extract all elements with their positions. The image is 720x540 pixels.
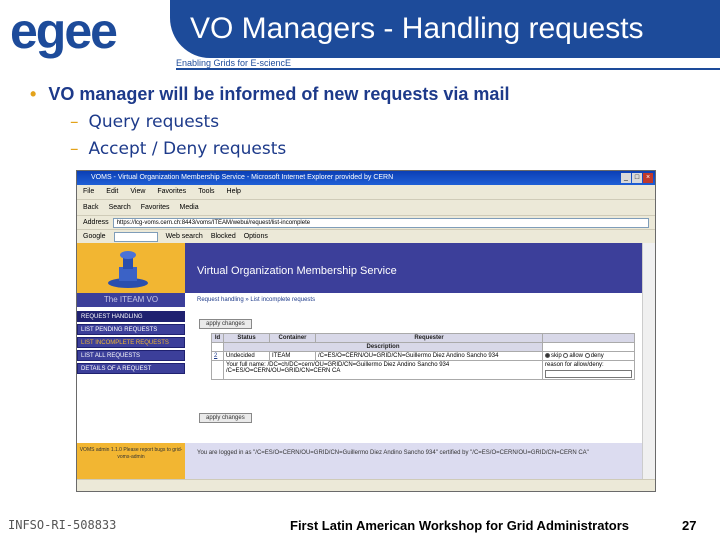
voms-logo <box>77 243 185 293</box>
bullet-dot-icon: • <box>30 84 37 104</box>
col-requester: Requester <box>315 333 543 343</box>
google-web-search[interactable]: Web search <box>166 233 203 240</box>
request-options: skip allow deny <box>542 350 635 362</box>
radio-skip[interactable] <box>545 353 550 358</box>
google-blocked[interactable]: Blocked <box>211 233 236 240</box>
google-label: Google <box>83 233 106 240</box>
nav-request-handling[interactable]: REQUEST HANDLING <box>77 311 185 322</box>
request-id-link[interactable]: 2 <box>211 350 224 362</box>
menu-favorites[interactable]: Favorites <box>157 188 186 196</box>
col-container: Container <box>269 333 316 343</box>
table-row: 2 Undecided ITEAM /C=ES/O=CERN/OU=GRID/C… <box>211 350 635 362</box>
address-bar: Address https://lcg-voms.cern.ch:8443/vo… <box>77 215 655 229</box>
breadcrumb: Request handling » List incomplete reque… <box>197 297 316 303</box>
request-description: Your full name: /DC=ch/DC=cern/OU=GRID/C… <box>223 360 543 381</box>
bullet-sub-accept-text: Accept / Deny requests <box>88 139 287 159</box>
egee-logo-text: egee <box>10 3 118 59</box>
request-status: Undecided <box>223 350 270 362</box>
favorites-button[interactable]: Favorites <box>141 204 170 211</box>
col-id: Id <box>211 333 224 343</box>
menu-help[interactable]: Help <box>227 188 241 196</box>
vertical-scrollbar[interactable] <box>642 243 655 479</box>
voms-page: The ITEAM VO REQUEST HANDLING LIST PENDI… <box>77 243 642 479</box>
vo-name: The ITEAM VO <box>77 293 185 307</box>
search-button[interactable]: Search <box>109 204 131 211</box>
radio-deny[interactable] <box>584 353 590 358</box>
menu-file[interactable]: File <box>83 188 94 196</box>
voms-left-panel: The ITEAM VO REQUEST HANDLING LIST PENDI… <box>77 243 185 479</box>
page-number: 27 <box>682 518 697 533</box>
table-row: Your full name: /DC=ch/DC=cern/OU=GRID/C… <box>211 360 635 381</box>
window-controls: _ □ × <box>621 173 653 183</box>
table-subheader-row: Description <box>211 342 635 352</box>
egee-logo: egee <box>0 0 180 68</box>
back-button[interactable]: Back <box>83 204 99 211</box>
bullet-sub-query: – Query requests <box>70 112 219 132</box>
maximize-icon[interactable]: □ <box>632 173 642 183</box>
browser-title: VOMS - Virtual Organization Membership S… <box>91 174 394 181</box>
footer-event: First Latin American Workshop for Grid A… <box>290 518 630 533</box>
bullet-sub-query-text: Query requests <box>88 112 220 132</box>
radio-skip-label: skip <box>551 353 562 360</box>
address-input[interactable]: https://lcg-voms.cern.ch:8443/voms/ITEAM… <box>112 217 649 228</box>
bullet-sub-accept: – Accept / Deny requests <box>70 139 286 159</box>
apply-changes-button[interactable]: apply changes <box>199 319 252 329</box>
col-actions <box>542 333 635 343</box>
menu-view[interactable]: View <box>130 188 145 196</box>
menu-edit[interactable]: Edit <box>106 188 118 196</box>
radio-deny-label: deny <box>590 353 604 360</box>
menu-tools[interactable]: Tools <box>198 188 214 196</box>
request-container: ITEAM <box>269 350 316 362</box>
dash-icon: – <box>70 139 79 159</box>
login-info: You are logged in as "/C=ES/O=CERN/OU=GR… <box>185 443 642 479</box>
slide-title: VO Managers - Handling requests <box>190 12 644 45</box>
menu-bar: File Edit View Favorites Tools Help <box>77 185 655 199</box>
col-description: Description <box>223 342 543 352</box>
apply-changes-button-bottom[interactable]: apply changes <box>199 413 252 423</box>
dash-icon: – <box>70 112 79 132</box>
header-divider <box>176 68 720 70</box>
voms-banner: Virtual Organization Membership Service <box>185 243 642 293</box>
nav-list-incomplete[interactable]: LIST INCOMPLETE REQUESTS <box>77 337 185 348</box>
voms-nav: REQUEST HANDLING LIST PENDING REQUESTS L… <box>77 311 185 376</box>
nav-request-details[interactable]: DETAILS OF A REQUEST <box>77 363 185 374</box>
slide-header: egee VO Managers - Handling requests Ena… <box>0 0 720 70</box>
radio-allow-label: allow <box>569 353 584 360</box>
browser-window: VOMS - Virtual Organization Membership S… <box>76 170 656 492</box>
browser-toolbar: Back Search Favorites Media <box>77 199 655 215</box>
media-button[interactable]: Media <box>180 204 199 211</box>
browser-title-bar: VOMS - Virtual Organization Membership S… <box>77 171 655 185</box>
google-options[interactable]: Options <box>244 233 268 240</box>
col-status: Status <box>223 333 270 343</box>
google-toolbar: Google Web search Blocked Options <box>77 229 655 243</box>
reason-label: reason for allow/deny: <box>545 362 604 369</box>
nav-list-pending[interactable]: LIST PENDING REQUESTS <box>77 324 185 335</box>
request-requester: /C=ES/O=CERN/OU=GRID/CN=Guillermo Diez A… <box>315 350 543 362</box>
footer-project-id: INFSO-RI-508833 <box>8 518 117 532</box>
close-icon[interactable]: × <box>643 173 653 183</box>
bullet-main-text: VO manager will be informed of new reque… <box>48 84 510 104</box>
address-label: Address <box>83 219 109 226</box>
bullet-main: • VO manager will be informed of new requ… <box>30 84 509 105</box>
tagline: Enabling Grids for E-sciencE <box>176 58 292 68</box>
stamp-icon <box>108 251 148 288</box>
google-search-input[interactable] <box>113 231 158 242</box>
minimize-icon[interactable]: _ <box>621 173 631 183</box>
radio-allow[interactable] <box>563 353 569 358</box>
voms-version-info: VOMS admin 1.1.0 Please report bugs to g… <box>77 443 185 479</box>
nav-list-all[interactable]: LIST ALL REQUESTS <box>77 350 185 361</box>
table-header-row: Id Status Container Requester <box>211 333 635 343</box>
status-bar <box>77 479 655 491</box>
reason-input[interactable] <box>545 370 632 379</box>
requests-table: Id Status Container Requester Descriptio… <box>211 333 635 381</box>
